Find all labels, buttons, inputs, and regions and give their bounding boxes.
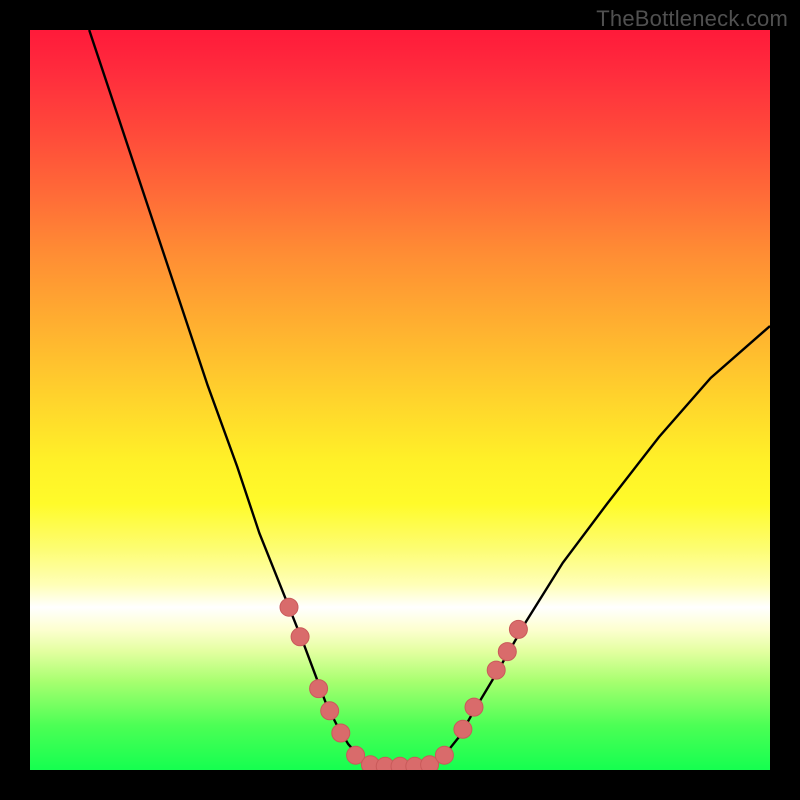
curve-marker — [435, 746, 453, 764]
curve-layer — [30, 30, 770, 770]
curve-marker — [498, 643, 516, 661]
curve-marker — [487, 661, 505, 679]
chart-frame: TheBottleneck.com — [0, 0, 800, 800]
curve-marker — [310, 680, 328, 698]
curve-marker — [465, 698, 483, 716]
curve-marker — [454, 720, 472, 738]
curve-marker — [332, 724, 350, 742]
curve-marker — [509, 620, 527, 638]
curve-marker — [280, 598, 298, 616]
curve-marker — [291, 628, 309, 646]
bottleneck-curve — [89, 30, 770, 766]
watermark-text: TheBottleneck.com — [596, 6, 788, 32]
curve-marker — [321, 702, 339, 720]
plot-area — [30, 30, 770, 770]
